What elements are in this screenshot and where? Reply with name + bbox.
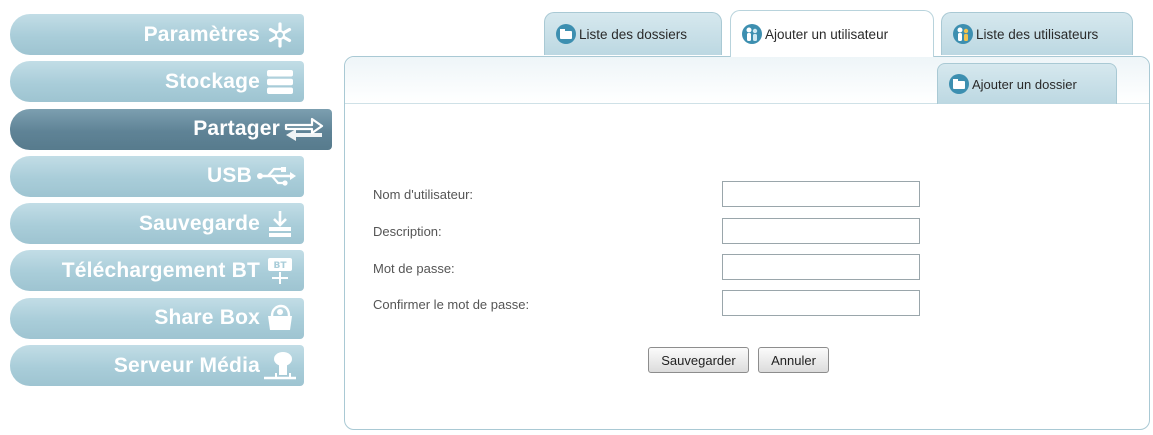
- backup-icon: [264, 210, 296, 238]
- share-arrows-icon: [284, 115, 324, 143]
- sidebar-item-usb[interactable]: USB: [10, 155, 304, 197]
- sidebar-item-label: Share Box: [154, 306, 260, 330]
- user-list-icon: [953, 24, 973, 44]
- password-label: Mot de passe:: [373, 261, 455, 276]
- sidebar-item-share-box[interactable]: Share Box: [10, 297, 304, 339]
- confirm-password-label: Confirmer le mot de passe:: [373, 297, 530, 312]
- description-label: Description:: [373, 224, 442, 239]
- description-input[interactable]: [722, 218, 920, 244]
- sidebar-nav: Paramètres Stockage Partager USB Sauvega…: [10, 14, 332, 392]
- tab-ajouter-un-utilisateur[interactable]: Ajouter un utilisateur: [730, 10, 934, 57]
- sidebar-item-label: Stockage: [165, 69, 260, 93]
- add-folder-icon: [949, 74, 969, 94]
- confirm-password-input[interactable]: [722, 290, 920, 316]
- sidebar-item-telechargement-bt[interactable]: Téléchargement BT BT: [10, 250, 304, 292]
- content-panel: Ajouter un dossier Nom d'utilisateur: De…: [344, 56, 1150, 430]
- sidebar-item-label: Téléchargement BT: [61, 258, 260, 282]
- sidebar-item-label: Partager: [193, 117, 280, 141]
- save-button[interactable]: Sauvegarder: [648, 347, 749, 373]
- tab-label: Liste des dossiers: [579, 26, 688, 42]
- sidebar-item-label: Sauvegarde: [138, 211, 260, 235]
- username-input[interactable]: [722, 181, 920, 207]
- tab-liste-des-dossiers[interactable]: Liste des dossiers: [544, 12, 722, 55]
- sidebar-item-partager[interactable]: Partager: [10, 108, 332, 150]
- sidebar-item-label: Paramètres: [143, 22, 260, 46]
- share-box-icon: [264, 304, 296, 332]
- username-label: Nom d'utilisateur:: [373, 187, 474, 202]
- sidebar-item-stockage[interactable]: Stockage: [10, 61, 304, 103]
- subtab-ajouter-un-dossier[interactable]: Ajouter un dossier: [937, 63, 1117, 104]
- tab-label: Ajouter un utilisateur: [765, 26, 889, 42]
- password-input[interactable]: [722, 254, 920, 280]
- add-user-icon: [742, 24, 762, 44]
- bittorrent-icon: BT: [264, 257, 296, 285]
- gear-icon: [264, 21, 296, 49]
- sidebar-item-label: Serveur Média: [113, 353, 260, 377]
- sidebar-item-sauvegarde[interactable]: Sauvegarde: [10, 203, 304, 245]
- folder-list-icon: [556, 24, 576, 44]
- storage-icon: [264, 68, 296, 96]
- sidebar-item-label: USB: [207, 164, 252, 188]
- sidebar-item-parametres[interactable]: Paramètres: [10, 14, 304, 55]
- cancel-button[interactable]: Annuler: [758, 347, 829, 373]
- subtab-label: Ajouter un dossier: [972, 76, 1077, 92]
- tab-label: Liste des utilisateurs: [976, 26, 1099, 42]
- svg-text:BT: BT: [274, 261, 288, 271]
- media-server-icon: [264, 351, 296, 380]
- usb-icon: [256, 162, 296, 190]
- sidebar-item-serveur-media[interactable]: Serveur Média: [10, 345, 304, 387]
- tab-liste-des-utilisateurs[interactable]: Liste des utilisateurs: [941, 12, 1133, 55]
